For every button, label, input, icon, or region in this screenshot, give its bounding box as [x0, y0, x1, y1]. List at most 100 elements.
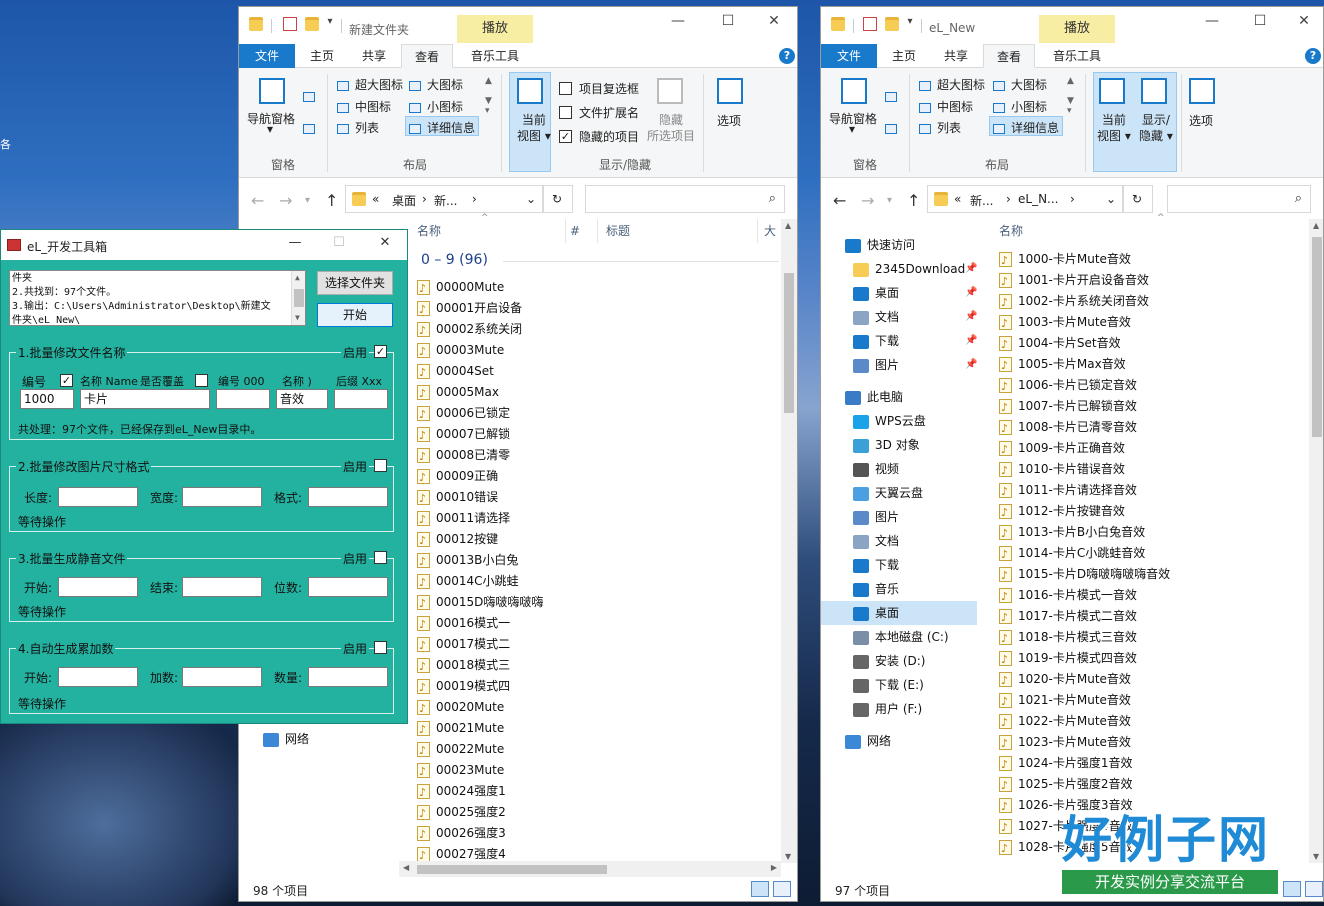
scroll-left-icon[interactable]: ◀	[403, 863, 409, 872]
enable-rename-checkbox[interactable]: ✓	[374, 345, 387, 358]
width-input[interactable]	[182, 487, 262, 507]
silent-end-input[interactable]	[182, 577, 262, 597]
preview-pane-icon[interactable]	[303, 92, 315, 102]
show-hide-button[interactable]: 显示/隐藏 ▾	[1139, 112, 1173, 144]
current-view-button[interactable]: 当前 视图 ▾	[1097, 112, 1131, 144]
options-icon[interactable]	[1189, 78, 1215, 104]
context-tab-play[interactable]: 播放	[457, 15, 533, 43]
column-title[interactable]: 标题	[597, 219, 630, 243]
nav-drive-d[interactable]: 安装 (D:)	[853, 649, 925, 673]
name-input[interactable]: 卡片	[80, 389, 210, 409]
layout-medium-icons[interactable]: 中图标	[919, 98, 973, 115]
forward-arrow-icon[interactable]: →	[861, 191, 874, 210]
breadcrumb-overflow[interactable]: «	[954, 192, 961, 206]
address-bar[interactable]: « 新... › eL_N... › ⌄	[927, 185, 1123, 213]
layout-list[interactable]: 列表	[919, 119, 961, 136]
list-item[interactable]: 00004Set	[417, 361, 494, 383]
list-item[interactable]: 00010错误	[417, 487, 498, 509]
list-item[interactable]: 1010-卡片错误音效	[999, 459, 1125, 481]
up-arrow-icon[interactable]: ↑	[325, 191, 338, 210]
list-item[interactable]: 1023-卡片Mute音效	[999, 732, 1131, 754]
list-item[interactable]: 00011请选择	[417, 508, 510, 530]
list-item[interactable]: 1007-卡片已解锁音效	[999, 396, 1137, 418]
list-item[interactable]: 00019模式四	[417, 676, 510, 698]
list-item[interactable]: 00007已解锁	[417, 424, 510, 446]
current-view-icon[interactable]	[1099, 78, 1125, 104]
layout-large-icons[interactable]: 大图标	[993, 76, 1047, 93]
layout-small-icons[interactable]: 小图标	[409, 98, 463, 115]
list-item[interactable]: 00013B小白兔	[417, 550, 518, 572]
scroll-thumb[interactable]	[784, 273, 794, 413]
list-item[interactable]: 1016-卡片模式一音效	[999, 585, 1137, 607]
tab-music-tools[interactable]: 音乐工具	[459, 44, 531, 68]
scroll-thumb[interactable]	[1312, 237, 1322, 437]
back-arrow-icon[interactable]: ←	[833, 191, 846, 210]
nav-3d-objects[interactable]: 3D 对象	[853, 433, 920, 457]
layout-details[interactable]: 详细信息	[993, 119, 1059, 136]
layout-scroll-icon[interactable]: ▲ ▼ ▾	[485, 76, 492, 116]
enable-accumulate-checkbox[interactable]	[374, 641, 387, 654]
breadcrumb-new-folder[interactable]: 新...	[970, 192, 993, 209]
list-item[interactable]: 00009正确	[417, 466, 498, 488]
current-view-button[interactable]: 当前 视图 ▾	[517, 112, 551, 144]
column-size[interactable]: 大	[757, 219, 776, 243]
options-button[interactable]: 选项	[1189, 112, 1213, 129]
list-item[interactable]: 1008-卡片已清零音效	[999, 417, 1137, 439]
close-button[interactable]: ✕	[373, 235, 397, 250]
length-input[interactable]	[58, 487, 138, 507]
increment-input[interactable]	[182, 667, 262, 687]
list-item[interactable]: 00025强度2	[417, 802, 506, 824]
list-item[interactable]: 00012按键	[417, 529, 498, 551]
list-item[interactable]: 00026强度3	[417, 823, 506, 845]
list-item[interactable]: 1006-卡片已锁定音效	[999, 375, 1137, 397]
scroll-down-icon[interactable]: ▼	[1313, 852, 1319, 861]
list-item[interactable]: 00017模式二	[417, 634, 510, 656]
layout-extra-large-icons[interactable]: 超大图标	[337, 76, 403, 93]
properties-icon[interactable]	[863, 17, 877, 31]
nav-downloads[interactable]: 下载	[853, 553, 899, 577]
layout-small-icons[interactable]: 小图标	[993, 98, 1047, 115]
context-tab-play[interactable]: 播放	[1039, 15, 1115, 43]
pin-icon[interactable]: 📌	[965, 263, 977, 274]
list-item[interactable]: 1013-卡片B小白兔音效	[999, 522, 1145, 544]
recent-chevron-icon[interactable]: ▾	[887, 195, 892, 206]
navigation-pane-icon[interactable]	[259, 78, 285, 104]
layout-medium-icons[interactable]: 中图标	[337, 98, 391, 115]
log-output[interactable]: 件夹 2.共找到：97个文件。 3.输出：C:\Users\Administra…	[9, 270, 306, 326]
list-item[interactable]: 00020Mute	[417, 697, 504, 719]
list-item[interactable]: 00015D嗨啵嗨啵嗨	[417, 592, 543, 614]
acc-start-input[interactable]	[58, 667, 138, 687]
scroll-thumb[interactable]	[294, 289, 304, 307]
nav-wps-cloud[interactable]: WPS云盘	[853, 409, 926, 433]
list-item[interactable]: 1009-卡片正确音效	[999, 438, 1125, 460]
vertical-scrollbar[interactable]: ▲ ▼	[1309, 219, 1323, 863]
pad-input[interactable]	[216, 389, 270, 409]
file-extensions-checkbox[interactable]	[559, 106, 572, 119]
silent-start-input[interactable]	[58, 577, 138, 597]
enable-resize-checkbox[interactable]	[374, 459, 387, 472]
breadcrumb-new-folder[interactable]: 新...	[434, 192, 457, 209]
list-item[interactable]: 1021-卡片Mute音效	[999, 690, 1131, 712]
breadcrumb-overflow[interactable]: «	[372, 192, 379, 206]
tab-share[interactable]: 共享	[351, 44, 397, 68]
hide-selected-icon[interactable]	[657, 78, 683, 104]
pin-icon[interactable]: 📌	[965, 359, 977, 370]
options-icon[interactable]	[717, 78, 743, 104]
list-item[interactable]: 1004-卡片Set音效	[999, 333, 1121, 355]
breadcrumb-el-new[interactable]: eL_N...	[1018, 192, 1059, 206]
list-item[interactable]: 1014-卡片C小跳蛙音效	[999, 543, 1145, 565]
layout-scroll-icon[interactable]: ▲ ▼ ▾	[1067, 76, 1074, 116]
nav-pictures[interactable]: 图片	[853, 505, 899, 529]
pin-icon[interactable]: 📌	[965, 287, 977, 298]
breadcrumb-desktop[interactable]: 桌面	[392, 192, 416, 209]
details-view-icon[interactable]	[1283, 881, 1301, 897]
tab-share[interactable]: 共享	[933, 44, 979, 68]
list-item[interactable]: 00003Mute	[417, 340, 504, 362]
scroll-up-icon[interactable]: ▲	[785, 221, 791, 230]
tab-music-tools[interactable]: 音乐工具	[1041, 44, 1113, 68]
tab-view[interactable]: 查看	[401, 44, 453, 68]
scroll-right-icon[interactable]: ▶	[771, 863, 777, 872]
tab-view[interactable]: 查看	[983, 44, 1035, 68]
item-checkboxes-checkbox[interactable]	[559, 82, 572, 95]
pin-icon[interactable]: 📌	[965, 335, 977, 346]
